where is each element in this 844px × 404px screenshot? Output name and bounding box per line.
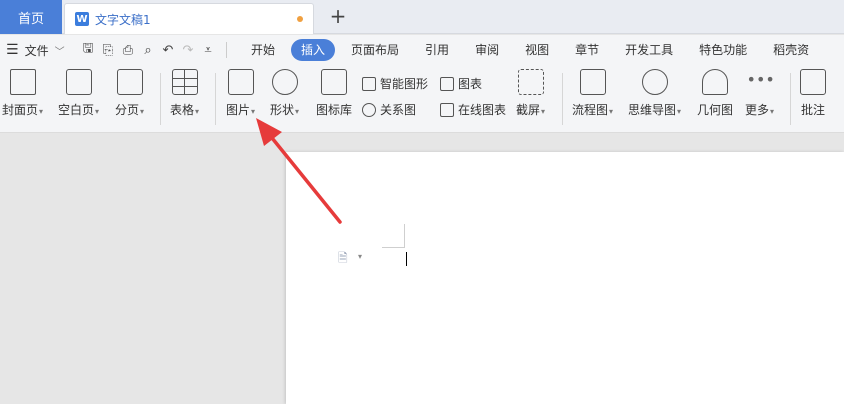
margin-marker (382, 247, 404, 248)
tab-references[interactable]: 引用 (415, 39, 459, 61)
more-dots-icon: ••• (746, 70, 775, 89)
text-cursor (406, 252, 407, 266)
unsaved-indicator (297, 16, 303, 22)
screenshot-label: 截屏 (516, 103, 541, 117)
ribbon: 封面页▾ 空白页▾ 分页▾ 表格▾ 图片▾ 形状▾ 图标库 智能图形 图表 关系… (0, 65, 844, 133)
flowchart-label: 流程图 (572, 103, 609, 117)
online-chart-label: 在线图表 (458, 103, 507, 117)
shape-label: 形状 (270, 103, 295, 117)
flowchart-icon (579, 69, 606, 95)
smart-art-button[interactable]: 智能图形 (362, 75, 428, 92)
more-button[interactable]: ••• 更多▾ (745, 69, 775, 118)
tab-features[interactable]: 特色功能 (689, 39, 757, 61)
mindmap-icon (641, 69, 668, 95)
writer-doc-icon: W (75, 12, 89, 26)
blank-page-icon (65, 69, 92, 95)
online-chart-icon (440, 102, 454, 117)
comment-button[interactable]: 批注 (800, 69, 826, 118)
smart-art-icon (362, 76, 376, 91)
document-page[interactable]: 🗎 ▾ (286, 152, 844, 404)
undo-icon[interactable]: ↶ (158, 43, 178, 58)
document-workspace: 🗎 ▾ (0, 134, 844, 404)
comment-label: 批注 (800, 103, 825, 117)
tab-review[interactable]: 审阅 (465, 39, 509, 61)
shape-button[interactable]: 形状▾ (270, 69, 299, 118)
divider (790, 73, 791, 125)
tab-document[interactable]: W 文字文稿1 (64, 3, 314, 34)
picture-label: 图片 (226, 103, 251, 117)
screenshot-icon (517, 69, 544, 95)
file-menu-label: 文件 (24, 43, 49, 58)
customize-toolbar-icon[interactable]: ⩡ (198, 43, 218, 58)
ribbon-tabs: 开始 插入 页面布局 引用 审阅 视图 章节 开发工具 特色功能 稻壳资 (241, 39, 825, 61)
tab-developer[interactable]: 开发工具 (615, 39, 683, 61)
divider (160, 73, 161, 125)
cover-page-label: 封面页 (2, 103, 39, 117)
table-button[interactable]: 表格▾ (170, 69, 199, 118)
cover-page-button[interactable]: 封面页▾ (2, 69, 43, 118)
chart-icon (440, 76, 454, 91)
page-break-label: 分页 (115, 103, 140, 117)
margin-marker (404, 224, 405, 248)
comment-icon (800, 69, 826, 95)
page-break-button[interactable]: 分页▾ (115, 69, 144, 118)
tab-insert[interactable]: 插入 (291, 39, 336, 61)
smart-art-label: 智能图形 (380, 77, 429, 91)
relation-chart-button[interactable]: 关系图 (362, 101, 416, 118)
quick-access-toolbar: 🖫 ⎘ ⎙ ⌕ ↶ ↷ ⩡ (78, 39, 218, 61)
redo-icon[interactable]: ↷ (178, 43, 198, 58)
flowchart-button[interactable]: 流程图▾ (572, 69, 613, 118)
tab-docer[interactable]: 稻壳资 (763, 39, 819, 61)
print-preview-icon[interactable]: ⌕ (138, 43, 158, 58)
icon-library-label: 图标库 (316, 103, 353, 117)
paste-options-icon[interactable]: 🗎 (338, 249, 348, 270)
export-icon[interactable]: ⎘ (98, 43, 118, 58)
chart-label: 图表 (458, 77, 483, 91)
tab-start[interactable]: 开始 (241, 39, 285, 61)
tab-section[interactable]: 章节 (565, 39, 609, 61)
table-label: 表格 (170, 103, 195, 117)
more-label: 更多 (745, 103, 770, 117)
geometry-label: 几何图 (697, 103, 734, 117)
mindmap-button[interactable]: 思维导图▾ (628, 69, 681, 118)
icon-library-icon (321, 69, 347, 95)
chevron-down-icon[interactable]: ▾ (358, 252, 362, 261)
chevron-down-icon: ﹀ (54, 46, 65, 58)
tab-page-layout[interactable]: 页面布局 (341, 39, 409, 61)
shape-icon (271, 69, 298, 95)
new-tab-button[interactable]: + (328, 6, 348, 26)
picture-icon (227, 69, 254, 95)
file-menu-button[interactable]: ☰ 文件 ﹀ (0, 42, 72, 59)
chart-button[interactable]: 图表 (440, 75, 482, 92)
relation-chart-label: 关系图 (380, 103, 417, 117)
icon-library-button[interactable]: 图标库 (316, 69, 352, 118)
geometry-button[interactable]: 几何图 (697, 69, 733, 118)
tab-view[interactable]: 视图 (515, 39, 559, 61)
tab-document-title: 文字文稿1 (95, 12, 151, 27)
save-icon[interactable]: 🖫 (78, 39, 98, 61)
divider (562, 73, 563, 125)
blank-page-button[interactable]: 空白页▾ (58, 69, 99, 118)
picture-button[interactable]: 图片▾ (226, 69, 255, 118)
geometry-icon (702, 69, 728, 95)
tab-bar: 首页 W 文字文稿1 + (0, 0, 844, 34)
divider (215, 73, 216, 125)
screenshot-button[interactable]: 截屏▾ (516, 69, 545, 118)
relation-chart-icon (362, 102, 376, 117)
hamburger-icon: ☰ (6, 42, 19, 58)
page-break-icon (116, 69, 143, 95)
blank-page-label: 空白页 (58, 103, 95, 117)
print-icon[interactable]: ⎙ (118, 43, 138, 58)
mindmap-label: 思维导图 (628, 103, 677, 117)
menu-bar: ☰ 文件 ﹀ 🖫 ⎘ ⎙ ⌕ ↶ ↷ ⩡ 开始 插入 页面布局 引用 审阅 视图… (0, 35, 844, 65)
divider (226, 42, 227, 58)
tab-home[interactable]: 首页 (0, 0, 62, 34)
table-icon (171, 69, 198, 95)
cover-page-icon (9, 69, 36, 95)
online-chart-button[interactable]: 在线图表 (440, 101, 506, 118)
